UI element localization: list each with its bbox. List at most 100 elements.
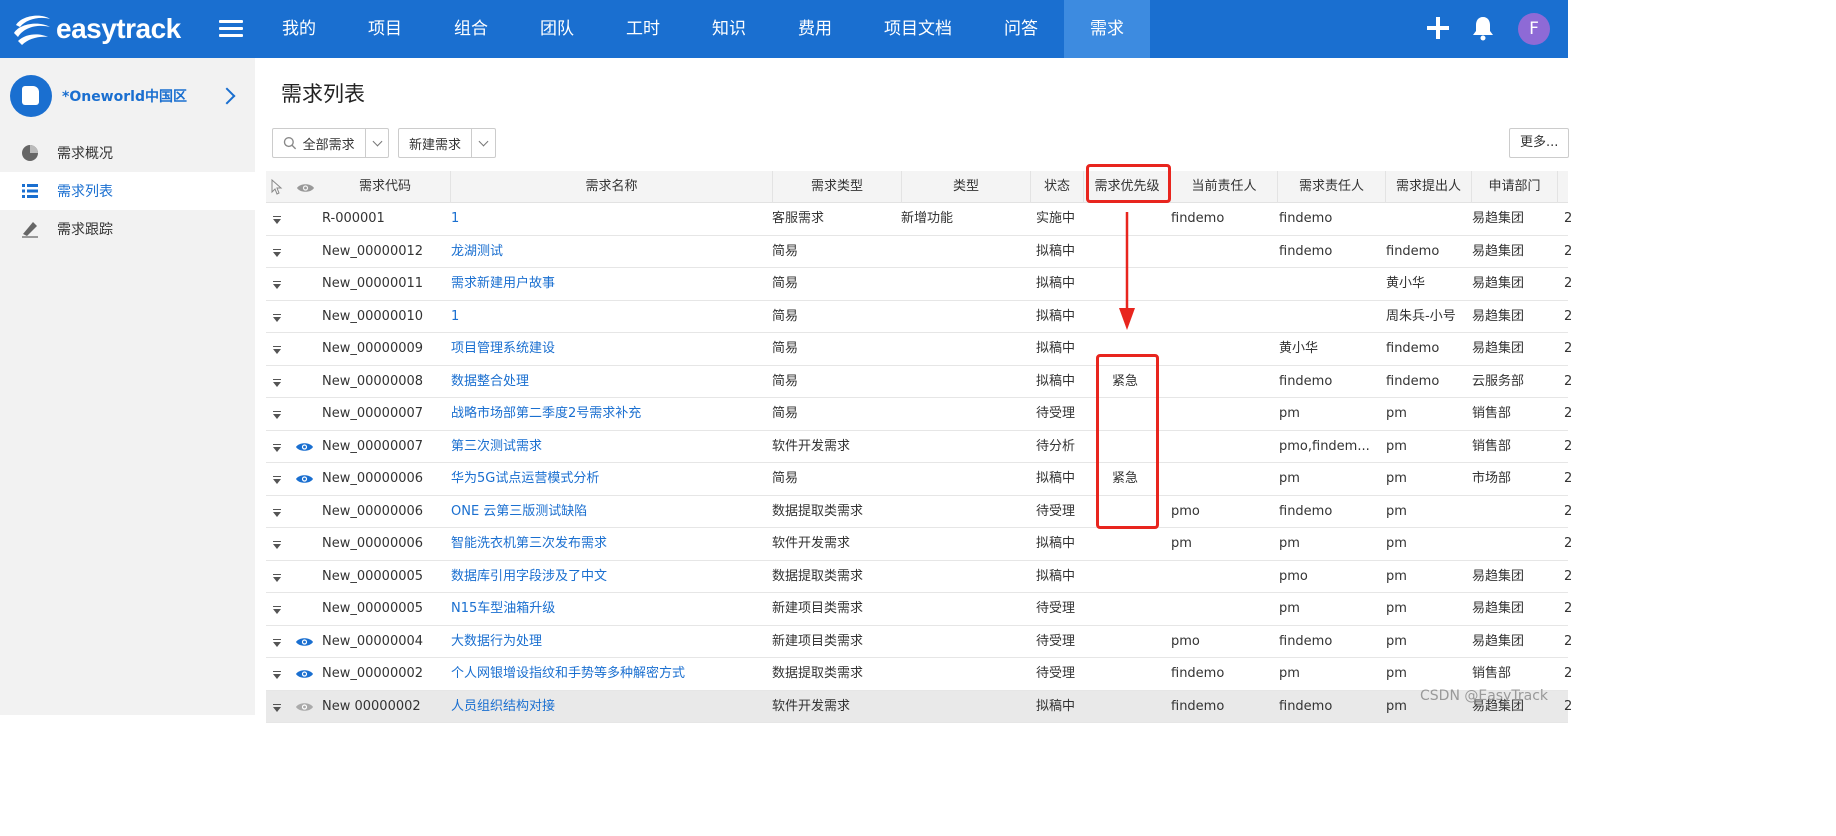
row-menu-caret-icon[interactable] (273, 606, 281, 614)
cell-req-type: 软件开发需求 (772, 698, 851, 714)
col-header-req-type[interactable]: 需求类型 (773, 171, 902, 203)
cell-name[interactable]: 战略市场部第二季度2号需求补充 (451, 398, 773, 430)
cell-name[interactable]: 大数据行为处理 (451, 626, 773, 658)
cell-name[interactable]: N15车型油箱升级 (451, 593, 773, 625)
table-row[interactable]: New_00000010 1 简易 拟稿中 周朱兵-小号 易趋集团 2 (266, 300, 1572, 333)
col-header-proposer[interactable]: 需求提出人 (1386, 171, 1472, 203)
sidebar-item-overview[interactable]: 需求概况 (0, 134, 255, 172)
table-row[interactable]: New_00000007 战略市场部第二季度2号需求补充 简易 待受理 pm pm 销售部 2 (266, 398, 1572, 431)
col-header-req-owner[interactable]: 需求责任人 (1278, 171, 1386, 203)
eye-icon[interactable] (295, 701, 314, 713)
col-header-status[interactable]: 状态 (1031, 171, 1084, 203)
cell-name[interactable]: 第三次测试需求 (451, 431, 773, 463)
cell-name[interactable]: 1 (451, 203, 773, 235)
add-icon[interactable] (1424, 14, 1452, 42)
filter-select[interactable]: 全部需求 (272, 128, 389, 158)
nav-item[interactable]: 需求 (1064, 0, 1150, 58)
table-row[interactable]: New_00000009 项目管理系统建设 简易 拟稿中 黄小华 findemo 易趋集团 2 (266, 333, 1572, 366)
col-header-dept[interactable]: 申请部门 (1472, 171, 1558, 203)
nav-item[interactable]: 费用 (772, 0, 858, 58)
user-avatar[interactable]: F (1518, 13, 1550, 45)
cursor-select-icon[interactable] (271, 179, 283, 195)
row-menu-caret-icon[interactable] (273, 541, 281, 549)
brand-logo[interactable]: easytrack (12, 8, 181, 50)
sidebar-item-list[interactable]: 需求列表 (0, 172, 255, 210)
cell-name[interactable]: 智能洗衣机第三次发布需求 (451, 528, 773, 560)
table-row[interactable]: New_00000004 大数据行为处理 新建项目类需求 待受理 pmo findemo p… (266, 625, 1572, 658)
nav-item[interactable]: 团队 (514, 0, 600, 58)
project-switcher[interactable]: *Oneworld中国区 (10, 74, 245, 118)
cell-name[interactable]: 龙湖测试 (451, 236, 773, 268)
bell-icon[interactable] (1471, 15, 1495, 41)
cell-extra: 2 (1564, 601, 1573, 616)
sidebar-item-tracking[interactable]: 需求跟踪 (0, 210, 255, 248)
cell-code: New_00000005 (322, 568, 424, 584)
col-header-current-owner[interactable]: 当前责任人 (1171, 171, 1278, 203)
table-row[interactable]: New_00000005 N15车型油箱升级 新建项目类需求 待受理 pm pm 易趋集团 2 (266, 593, 1572, 626)
row-menu-caret-icon[interactable] (273, 443, 281, 452)
priority-header-highlight (1086, 164, 1171, 203)
eye-icon[interactable] (295, 668, 314, 680)
table-row[interactable]: New_00000006 华为5G试点运营模式分析 简易 拟稿中 紧急 pm pm 市场部 2 (266, 463, 1572, 496)
more-button[interactable]: 更多... (1509, 128, 1569, 158)
cell-req-type: 软件开发需求 (772, 438, 851, 454)
eye-icon[interactable] (295, 636, 314, 648)
chevron-down-icon[interactable] (364, 129, 388, 157)
cell-req-owner (1279, 268, 1386, 300)
table-row[interactable]: New_00000002 个人网银增设指纹和手势等多种解密方式 数据提取类需求 待受理… (266, 658, 1572, 691)
cell-status: 拟稿中 (1036, 471, 1076, 486)
row-menu-caret-icon[interactable] (273, 703, 281, 712)
table-row[interactable]: New 00000002 人员组织结构对接 软件开发需求 拟稿中 findemo find… (266, 690, 1572, 723)
row-menu-caret-icon[interactable] (273, 411, 281, 419)
cell-name[interactable]: 项目管理系统建设 (451, 333, 773, 365)
nav-item[interactable]: 问答 (978, 0, 1064, 58)
cell-req-owner (1279, 301, 1386, 333)
menu-toggle-icon[interactable] (219, 20, 243, 40)
row-menu-caret-icon[interactable] (273, 313, 281, 322)
chevron-right-icon[interactable] (218, 87, 236, 105)
row-menu-caret-icon[interactable] (273, 248, 281, 257)
cell-name[interactable]: 华为5G试点运营模式分析 (451, 463, 773, 495)
col-header-type[interactable]: 类型 (902, 171, 1031, 203)
row-menu-caret-icon[interactable] (273, 671, 281, 679)
table-row[interactable]: R-000001 1 客服需求 新增功能 实施中 findemo findemo 易趋集团 2 (266, 203, 1572, 236)
col-header-code[interactable]: 需求代码 (320, 171, 451, 203)
cell-current-owner (1171, 398, 1276, 430)
nav-item[interactable]: 我的 (256, 0, 342, 58)
cell-name[interactable]: ONE 云第三版测试缺陷 (451, 496, 773, 528)
col-header-name[interactable]: 需求名称 (451, 171, 773, 203)
row-menu-caret-icon[interactable] (273, 638, 281, 647)
row-menu-caret-icon[interactable] (273, 476, 281, 484)
eye-icon[interactable] (295, 441, 314, 453)
row-menu-caret-icon[interactable] (273, 216, 281, 224)
cell-name[interactable]: 需求新建用户故事 (451, 268, 773, 300)
row-menu-caret-icon[interactable] (273, 508, 281, 517)
cell-status: 实施中 (1036, 211, 1076, 226)
nav-item[interactable]: 工时 (600, 0, 686, 58)
cell-proposer: pm (1386, 601, 1407, 616)
nav-item[interactable]: 项目文档 (858, 0, 978, 58)
row-menu-caret-icon[interactable] (273, 281, 281, 289)
chevron-down-icon[interactable] (471, 129, 495, 157)
table-row[interactable]: New_00000005 数据库引用字段涉及了中文 数据提取类需求 拟稿中 pmo pm 易… (266, 560, 1572, 593)
nav-item[interactable]: 组合 (428, 0, 514, 58)
nav-item[interactable]: 知识 (686, 0, 772, 58)
table-row[interactable]: New_00000007 第三次测试需求 软件开发需求 待分析 pmo,findem..… (266, 430, 1572, 463)
nav-item[interactable]: 项目 (342, 0, 428, 58)
cell-name[interactable]: 人员组织结构对接 (451, 691, 773, 723)
cell-name[interactable]: 数据库引用字段涉及了中文 (451, 561, 773, 593)
cell-name[interactable]: 1 (451, 301, 773, 333)
cell-name[interactable]: 数据整合处理 (451, 366, 773, 398)
cell-name[interactable]: 个人网银增设指纹和手势等多种解密方式 (451, 658, 773, 690)
row-menu-caret-icon[interactable] (273, 573, 281, 582)
eye-icon[interactable] (295, 473, 314, 485)
table-row[interactable]: New_00000006 智能洗衣机第三次发布需求 软件开发需求 拟稿中 pm pm pm 2 (266, 528, 1572, 561)
table-row[interactable]: New_00000008 数据整合处理 简易 拟稿中 紧急 findemo findemo 云… (266, 365, 1572, 398)
table-row[interactable]: New_00000012 龙湖测试 简易 拟稿中 findemo findemo 易趋集团 2 (266, 235, 1572, 268)
new-requirement-button[interactable]: 新建需求 (398, 128, 496, 158)
row-menu-caret-icon[interactable] (273, 378, 281, 387)
table-row[interactable]: New_00000006 ONE 云第三版测试缺陷 数据提取类需求 待受理 pmo fin… (266, 495, 1572, 528)
eye-icon[interactable] (296, 182, 315, 194)
row-menu-caret-icon[interactable] (273, 346, 281, 354)
table-row[interactable]: New_00000011 需求新建用户故事 简易 拟稿中 黄小华 易趋集团 2 (266, 268, 1572, 301)
